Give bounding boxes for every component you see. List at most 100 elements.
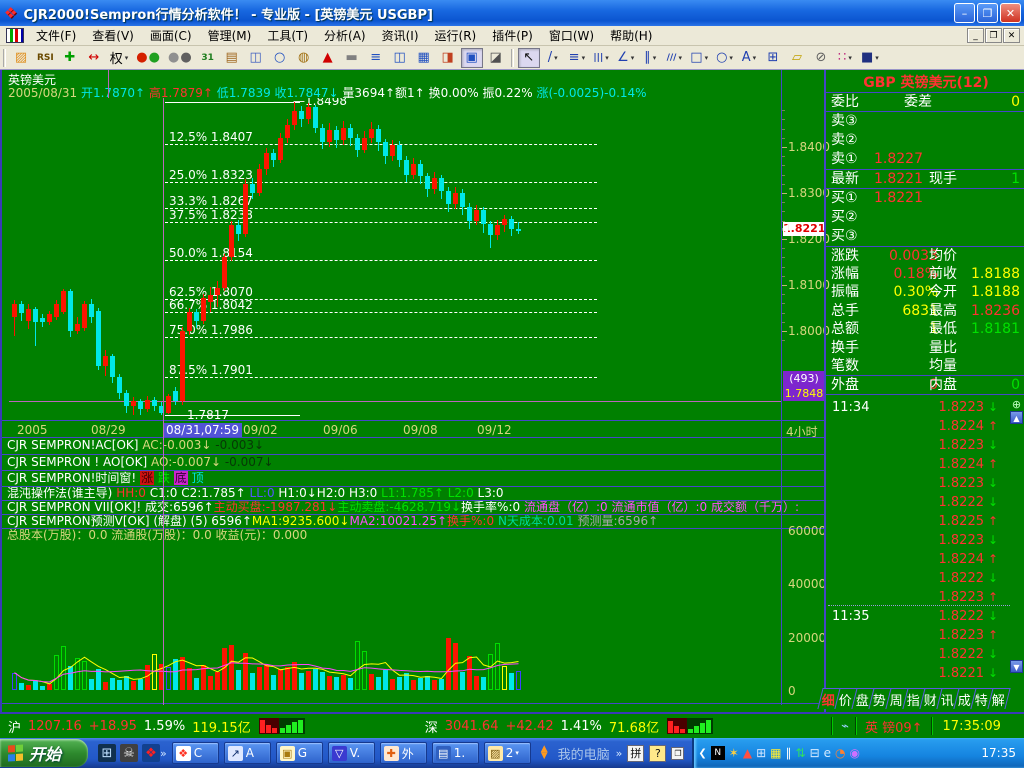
alarm-bell-button[interactable]: ▲ (317, 48, 339, 68)
chart-window-button[interactable]: ▦ (413, 48, 435, 68)
tray-grid-icon[interactable]: ▦ (770, 746, 781, 760)
lock-tool-button[interactable]: ⊘ (810, 48, 832, 68)
swap-arrow-button[interactable]: ↔ (83, 48, 105, 68)
menu-插件(P)[interactable]: 插件(P) (484, 25, 541, 46)
lights-red-green-button[interactable]: ● ● (133, 48, 163, 68)
tray-pc-icon[interactable]: ⊟ (810, 746, 820, 760)
calendar-31-button[interactable]: 31 (197, 48, 219, 68)
minimize-button[interactable]: – (954, 3, 975, 23)
menu-窗口(W)[interactable]: 窗口(W) (541, 25, 602, 46)
task-g-label: G (297, 746, 308, 760)
tile-window-button[interactable]: ▣ (460, 47, 483, 68)
save-tool-button[interactable]: ■ ▾ (858, 48, 882, 68)
menu-查看(V)[interactable]: 查看(V) (84, 25, 142, 46)
hatch-tool-button[interactable]: ///▾ (663, 48, 685, 68)
text-segment: 顶 (191, 471, 204, 485)
ime-help-icon[interactable]: ? (649, 744, 667, 762)
axis-minor-tick (782, 303, 785, 305)
tab-解[interactable]: 解 (987, 688, 1011, 709)
task-wai-button[interactable]: ✚ 外 (379, 742, 427, 764)
text-tool-button[interactable]: A ▾ (738, 48, 760, 68)
tray-scale-icon[interactable]: ∥ (786, 746, 792, 760)
fib-line (165, 260, 597, 261)
ime-window-icon[interactable]: ❐ (671, 746, 685, 760)
lights-gray-button[interactable]: ● ● (165, 48, 195, 68)
taskbar-scroll-icons[interactable]: ▲ ▼ (541, 745, 548, 761)
fan-tool-button[interactable]: ∠ ▾ (614, 48, 637, 68)
task-a-icon: ↗ (227, 745, 243, 761)
start-button[interactable]: 开始 (0, 739, 88, 767)
tray-tower-icon[interactable]: ▲ (743, 746, 752, 760)
menu-管理(M)[interactable]: 管理(M) (200, 25, 260, 46)
spark-bar (285, 725, 291, 733)
search-button[interactable]: ○ (269, 48, 291, 68)
tray-pie-icon[interactable]: ◔ (835, 746, 845, 760)
ime-icon[interactable]: 拼 (627, 744, 645, 762)
books-button[interactable]: ▤ (221, 48, 243, 68)
open-folder-button[interactable]: ▨ (10, 48, 32, 68)
eraser-tool-button[interactable]: ▱ (786, 48, 808, 68)
tray-updown-icon[interactable]: ⇅ (796, 746, 806, 760)
mdi-restore-button[interactable]: ❐ (985, 28, 1002, 43)
open-book-button[interactable]: ◫ (245, 48, 267, 68)
rsi-button[interactable]: RSI (34, 48, 57, 68)
task-2-button[interactable]: ▨ 2 ▾ (483, 742, 531, 764)
menu-分析(A)[interactable]: 分析(A) (316, 25, 374, 46)
channel-tool-button[interactable]: ∥ ▾ (639, 48, 661, 68)
task-g-button[interactable]: ▣ G (275, 742, 323, 764)
menu-帮助(H)[interactable]: 帮助(H) (602, 25, 660, 46)
plug-button[interactable]: ▬ (341, 48, 363, 68)
menu-画面(C)[interactable]: 画面(C) (142, 25, 200, 46)
tray-ie-icon[interactable]: e (824, 746, 831, 760)
scroll-up-icon[interactable]: ▲ (1010, 411, 1023, 424)
menu-资讯(I)[interactable]: 资讯(I) (374, 25, 427, 46)
menu-文件(F)[interactable]: 文件(F) (28, 25, 84, 46)
trendline-tool-button[interactable]: / ▾ (542, 48, 564, 68)
hline-tool-button[interactable]: ≡ ▾ (566, 48, 588, 68)
menu-运行(R)[interactable]: 运行(R) (427, 25, 485, 46)
close-button[interactable]: ✕ (1000, 3, 1021, 23)
candle-window-button[interactable]: ◨ (437, 48, 459, 68)
tray-collapse-icon[interactable]: ❮ (698, 748, 706, 759)
screen-button[interactable]: ◪ (485, 48, 507, 68)
screen: ❖ CJR2000!Sempron行情分析软件！ - 专业版 - [英镑美元 U… (0, 0, 1024, 768)
mdi-minimize-button[interactable]: _ (967, 28, 984, 43)
task-a-button[interactable]: ↗ A (223, 742, 271, 764)
target-icon[interactable]: ⊕ (1010, 398, 1023, 411)
buy-label: 买③ (831, 228, 858, 244)
vline-tool-button[interactable]: ||| ▾ (590, 48, 612, 68)
move-cross-button[interactable]: ✚ (59, 48, 81, 68)
scroll-down-icon[interactable]: ▼ (1010, 660, 1023, 673)
task-1-button[interactable]: ▤ 1. (431, 742, 479, 764)
tray-game-icon[interactable]: ◉ (850, 746, 860, 760)
copy-tool-icon: ⊞ (767, 50, 779, 65)
launcher-skull-icon[interactable]: ☠ (120, 744, 138, 762)
tray-na-icon[interactable]: N (710, 746, 725, 760)
mdi-close-button[interactable]: ✕ (1003, 28, 1020, 43)
tray-star-icon[interactable]: ✶ (729, 746, 739, 760)
menu-工具(T)[interactable]: 工具(T) (259, 25, 316, 46)
task-v-button[interactable]: ▽ V. (327, 742, 375, 764)
task-c-button[interactable]: ❖ C (171, 742, 219, 764)
column-windows-button[interactable]: ◫ (389, 48, 411, 68)
text-segment: CJR SEMPRON!AC[OK] (7, 438, 143, 452)
rect-tool-button[interactable]: □ ▾ (687, 48, 711, 68)
toolbar-overflow-icon[interactable]: » (616, 747, 623, 760)
tick-scrollbar[interactable]: ⊕ ▲ ▼ (1010, 398, 1024, 676)
tray-net-icon[interactable]: ⊞ (756, 746, 766, 760)
launcher-diamond-icon[interactable]: ❖ (142, 744, 160, 762)
rights-button[interactable]: 权 ▾ (107, 48, 132, 68)
quick-launch-overflow-icon[interactable]: » (160, 747, 167, 760)
pointer-tool-button[interactable]: ↖ (517, 47, 540, 68)
index-change: +42.42 (505, 718, 554, 734)
ellipse-tool-button[interactable]: ○ ▾ (713, 48, 736, 68)
launcher-blue-icon[interactable]: ⊞ (98, 744, 116, 762)
color-tool-button[interactable]: ∷ ▾ (834, 48, 856, 68)
restore-button[interactable]: ❐ (977, 3, 998, 23)
copy-tool-button[interactable]: ⊞ (762, 48, 784, 68)
candle (334, 129, 339, 140)
my-computer-toolbar[interactable]: 我的电脑 (558, 744, 610, 763)
globe-button[interactable]: ◍ (293, 48, 315, 68)
row-windows-button[interactable]: ≡ (365, 48, 387, 68)
tick-price: 1.8225 (938, 514, 985, 529)
